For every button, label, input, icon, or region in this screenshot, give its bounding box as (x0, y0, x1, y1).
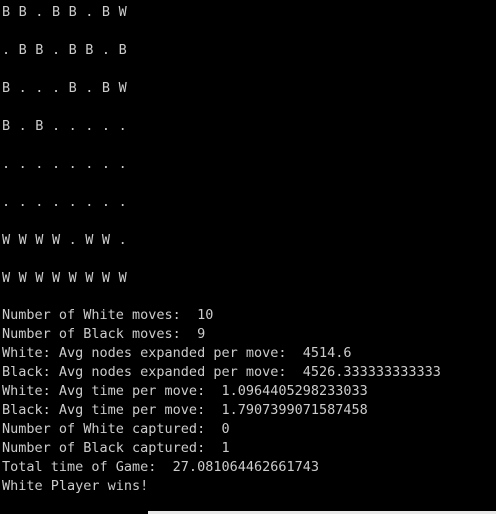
white-avg-time-line: White: Avg time per move: 1.096440529823… (2, 383, 368, 399)
board-row-8: W W W W W W W W (2, 270, 127, 286)
board-row-1: B B . B B . B W (2, 4, 127, 20)
total-time-line: Total time of Game: 27.081064462661743 (2, 459, 319, 475)
white-captured-line: Number of White captured: 0 (2, 421, 230, 437)
board-row-3: B . . . B . B W (2, 80, 127, 96)
board-row-2: . B B . B B . B (2, 42, 127, 58)
board-row-5: . . . . . . . . (2, 156, 127, 172)
horizontal-scrollbar[interactable] (0, 510, 496, 514)
game-stats: Number of White moves: 10 Number of Blac… (2, 306, 441, 496)
game-board: B B . B B . B W . B B . B B . B B . . . … (2, 3, 127, 307)
black-captured-line: Number of Black captured: 1 (2, 440, 230, 456)
black-avg-time-line: Black: Avg time per move: 1.790739907158… (2, 402, 368, 418)
white-avg-nodes-line: White: Avg nodes expanded per move: 4514… (2, 345, 352, 361)
white-moves-line: Number of White moves: 10 (2, 307, 214, 323)
winner-line: White Player wins! (2, 478, 149, 494)
board-row-4: B . B . . . . . (2, 118, 127, 134)
board-row-6: . . . . . . . . (2, 194, 127, 210)
black-moves-line: Number of Black moves: 9 (2, 326, 206, 342)
board-row-7: W W W W . W W . (2, 232, 127, 248)
black-avg-nodes-line: Black: Avg nodes expanded per move: 4526… (2, 364, 441, 380)
terminal-output: B B . B B . B W . B B . B B . B B . . . … (0, 0, 496, 514)
